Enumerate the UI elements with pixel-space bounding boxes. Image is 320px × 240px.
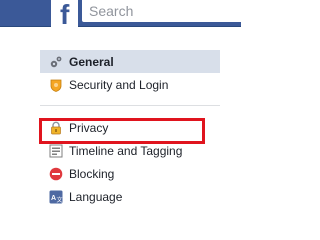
- menu-item-timeline-and-tagging[interactable]: Timeline and Tagging: [40, 139, 220, 162]
- svg-text:文: 文: [57, 196, 63, 204]
- menu-item-language-label: Language: [69, 189, 123, 204]
- menu-item-general-label: General: [69, 54, 114, 69]
- menu-item-privacy-label: Privacy: [69, 120, 109, 135]
- menu-item-blocking[interactable]: Blocking: [40, 162, 220, 185]
- menu-item-language[interactable]: A 文 Language: [40, 185, 220, 208]
- gear-icon: [49, 55, 63, 69]
- timeline-icon: [49, 144, 63, 158]
- svg-text:A: A: [51, 195, 56, 202]
- facebook-logo[interactable]: f: [51, 0, 78, 27]
- menu-item-security-and-login[interactable]: Security and Login: [40, 73, 220, 96]
- search-input[interactable]: [82, 0, 241, 22]
- menu-item-general[interactable]: General: [40, 50, 220, 73]
- privacy-lock-icon: [49, 121, 63, 135]
- menu-item-timeline-label: Timeline and Tagging: [69, 143, 183, 158]
- menu-divider: [40, 105, 220, 106]
- language-icon: A 文: [49, 190, 63, 204]
- blocking-icon: [49, 167, 63, 181]
- menu-item-security-label: Security and Login: [69, 77, 169, 92]
- top-bar: f: [0, 0, 241, 27]
- menu-item-privacy[interactable]: Privacy: [40, 116, 220, 139]
- security-badge-icon: [49, 78, 63, 92]
- menu-item-blocking-label: Blocking: [69, 166, 115, 181]
- search-box[interactable]: [82, 0, 241, 22]
- settings-menu: General Security and Login Privacy Timel…: [40, 50, 241, 208]
- facebook-logo-letter: f: [60, 0, 70, 28]
